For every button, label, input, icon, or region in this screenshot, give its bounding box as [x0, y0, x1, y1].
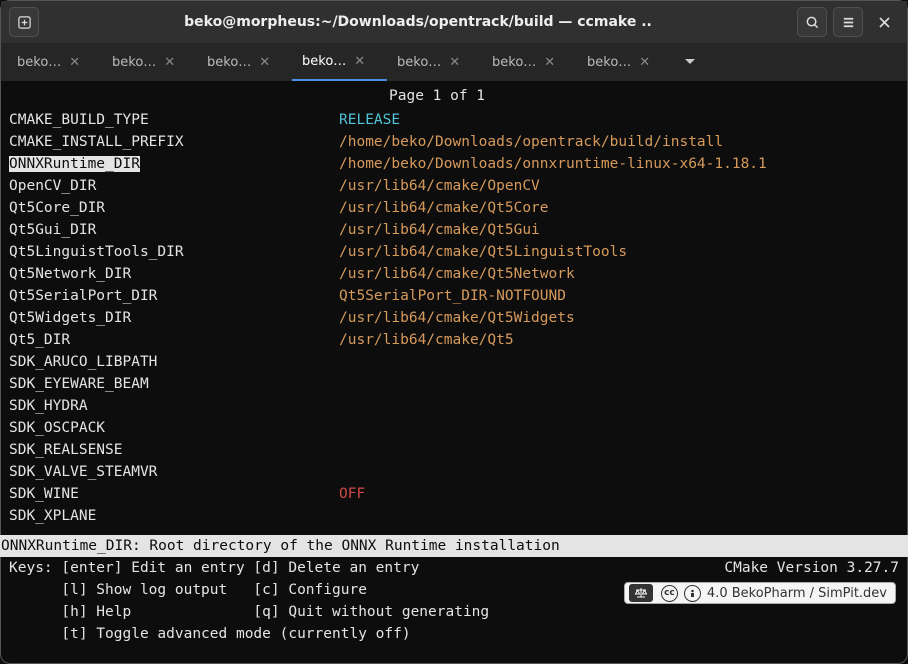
cmake-entry[interactable]: Qt5_DIR/usr/lib64/cmake/Qt5 — [9, 329, 899, 351]
entry-key: Qt5Gui_DIR — [9, 219, 339, 241]
entry-value: /usr/lib64/cmake/Qt5 — [339, 329, 514, 351]
cmake-entry[interactable]: SDK_OSCPACK — [9, 417, 899, 439]
entry-value: OFF — [339, 483, 365, 505]
tab-label: beko… — [587, 55, 631, 70]
entry-key: SDK_REALSENSE — [9, 439, 339, 461]
entry-key: Qt5LinguistTools_DIR — [9, 241, 339, 263]
close-icon[interactable]: ✕ — [544, 55, 555, 70]
close-button[interactable] — [869, 7, 899, 37]
entry-value: /usr/lib64/cmake/Qt5Gui — [339, 219, 540, 241]
cmake-entry[interactable]: Qt5LinguistTools_DIR/usr/lib64/cmake/Qt5… — [9, 241, 899, 263]
entry-key: SDK_WINE — [9, 483, 339, 505]
entry-key: SDK_XPLANE — [9, 505, 339, 527]
entry-key: Qt5Widgets_DIR — [9, 307, 339, 329]
cmake-entry[interactable]: Qt5Widgets_DIR/usr/lib64/cmake/Qt5Widget… — [9, 307, 899, 329]
entry-key: Qt5Core_DIR — [9, 197, 339, 219]
keys-line: [l] Show log output [c] Configure — [9, 579, 367, 601]
entry-value: /usr/lib64/cmake/Qt5LinguistTools — [339, 241, 627, 263]
cc-icon: cc — [661, 585, 678, 602]
terminal-tab[interactable]: beko… ✕ — [197, 43, 292, 81]
entry-value: RELEASE — [339, 109, 400, 131]
new-tab-button[interactable] — [9, 7, 39, 37]
search-button[interactable] — [797, 7, 827, 37]
tab-bar: beko…✕beko…✕beko…✕beko…✕beko…✕beko…✕beko… — [1, 43, 907, 81]
cmake-entry[interactable]: CMAKE_BUILD_TYPERELEASE — [9, 109, 899, 131]
entry-key: SDK_HYDRA — [9, 395, 339, 417]
entry-key: Qt5SerialPort_DIR — [9, 285, 339, 307]
entry-value: /usr/lib64/cmake/Qt5Core — [339, 197, 549, 219]
entry-value: /usr/lib64/cmake/OpenCV — [339, 175, 540, 197]
terminal-tab[interactable]: beko… ✕ — [482, 43, 577, 81]
tab-label: beko… — [17, 55, 61, 70]
cmake-version: CMake Version 3.27.7 — [724, 557, 899, 579]
close-icon[interactable]: ✕ — [639, 55, 650, 70]
close-icon[interactable]: ✕ — [354, 54, 365, 69]
entry-description: ONNXRuntime_DIR: Root directory of the O… — [0, 535, 908, 557]
window-titlebar: beko@morpheus:~/Downloads/opentrack/buil… — [1, 1, 907, 43]
terminal-tab[interactable]: beko… ✕ — [102, 43, 197, 81]
entry-key: Qt5_DIR — [9, 329, 339, 351]
by-icon — [684, 585, 701, 602]
terminal-tab[interactable]: beko… ✕ — [292, 43, 387, 81]
window-title: beko@morpheus:~/Downloads/opentrack/buil… — [45, 14, 791, 30]
entry-value: /usr/lib64/cmake/Qt5Widgets — [339, 307, 575, 329]
cmake-entry[interactable]: Qt5Core_DIR/usr/lib64/cmake/Qt5Core — [9, 197, 899, 219]
cmake-entry[interactable]: SDK_EYEWARE_BEAM — [9, 373, 899, 395]
entry-key: SDK_ARUCO_LIBPATH — [9, 351, 339, 373]
terminal-content[interactable]: Page 1 of 1 CMAKE_BUILD_TYPERELEASECMAKE… — [1, 81, 907, 529]
keys-line: [h] Help [q] Quit without generating — [9, 601, 489, 623]
scale-icon — [629, 584, 653, 602]
cmake-entry[interactable]: SDK_WINEOFF — [9, 483, 899, 505]
cmake-entry[interactable]: SDK_ARUCO_LIBPATH — [9, 351, 899, 373]
cmake-entry[interactable]: SDK_REALSENSE — [9, 439, 899, 461]
tab-overflow-button[interactable] — [672, 43, 708, 81]
terminal-tab[interactable]: beko… ✕ — [7, 43, 102, 81]
cmake-entry[interactable]: SDK_VALVE_STEAMVR — [9, 461, 899, 483]
entry-key: CMAKE_BUILD_TYPE — [9, 109, 339, 131]
entry-value: /usr/lib64/cmake/Qt5Network — [339, 263, 575, 285]
tab-label: beko… — [112, 55, 156, 70]
close-icon[interactable]: ✕ — [164, 55, 175, 70]
entry-value: /home/beko/Downloads/onnxruntime-linux-x… — [339, 153, 767, 175]
tab-label: beko… — [302, 54, 346, 69]
tab-label: beko… — [492, 55, 536, 70]
cmake-entry[interactable]: Qt5Network_DIR/usr/lib64/cmake/Qt5Networ… — [9, 263, 899, 285]
entry-key: OpenCV_DIR — [9, 175, 339, 197]
tab-label: beko… — [397, 55, 441, 70]
close-icon[interactable]: ✕ — [259, 55, 270, 70]
entry-key: SDK_OSCPACK — [9, 417, 339, 439]
entry-key: Qt5Network_DIR — [9, 263, 339, 285]
entry-key: SDK_EYEWARE_BEAM — [9, 373, 339, 395]
entry-value: Qt5SerialPort_DIR-NOTFOUND — [339, 285, 566, 307]
license-badge: cc 4.0 BekoPharm / SimPit.dev — [624, 582, 896, 604]
keys-line: Keys: [enter] Edit an entry [d] Delete a… — [9, 557, 419, 579]
terminal-tab[interactable]: beko… ✕ — [387, 43, 482, 81]
menu-button[interactable] — [833, 7, 863, 37]
cmake-entry[interactable]: ONNXRuntime_DIR/home/beko/Downloads/onnx… — [9, 153, 899, 175]
close-icon[interactable]: ✕ — [69, 55, 80, 70]
cmake-entry[interactable]: Qt5SerialPort_DIRQt5SerialPort_DIR-NOTFO… — [9, 285, 899, 307]
close-icon[interactable]: ✕ — [449, 55, 460, 70]
page-indicator: Page 1 of 1 — [9, 85, 899, 107]
cmake-entry[interactable]: SDK_XPLANE — [9, 505, 899, 527]
tab-label: beko… — [207, 55, 251, 70]
cmake-entry[interactable]: CMAKE_INSTALL_PREFIX/home/beko/Downloads… — [9, 131, 899, 153]
license-text: 4.0 BekoPharm / SimPit.dev — [707, 586, 887, 601]
terminal-tab[interactable]: beko… ✕ — [577, 43, 672, 81]
cmake-entry[interactable]: Qt5Gui_DIR/usr/lib64/cmake/Qt5Gui — [9, 219, 899, 241]
entry-key: CMAKE_INSTALL_PREFIX — [9, 131, 339, 153]
entry-key: SDK_VALVE_STEAMVR — [9, 461, 339, 483]
cmake-entry[interactable]: OpenCV_DIR/usr/lib64/cmake/OpenCV — [9, 175, 899, 197]
entry-key: ONNXRuntime_DIR — [9, 153, 339, 175]
keys-line: [t] Toggle advanced mode (currently off) — [9, 623, 411, 645]
cmake-entry[interactable]: SDK_HYDRA — [9, 395, 899, 417]
entry-value: /home/beko/Downloads/opentrack/build/ins… — [339, 131, 723, 153]
